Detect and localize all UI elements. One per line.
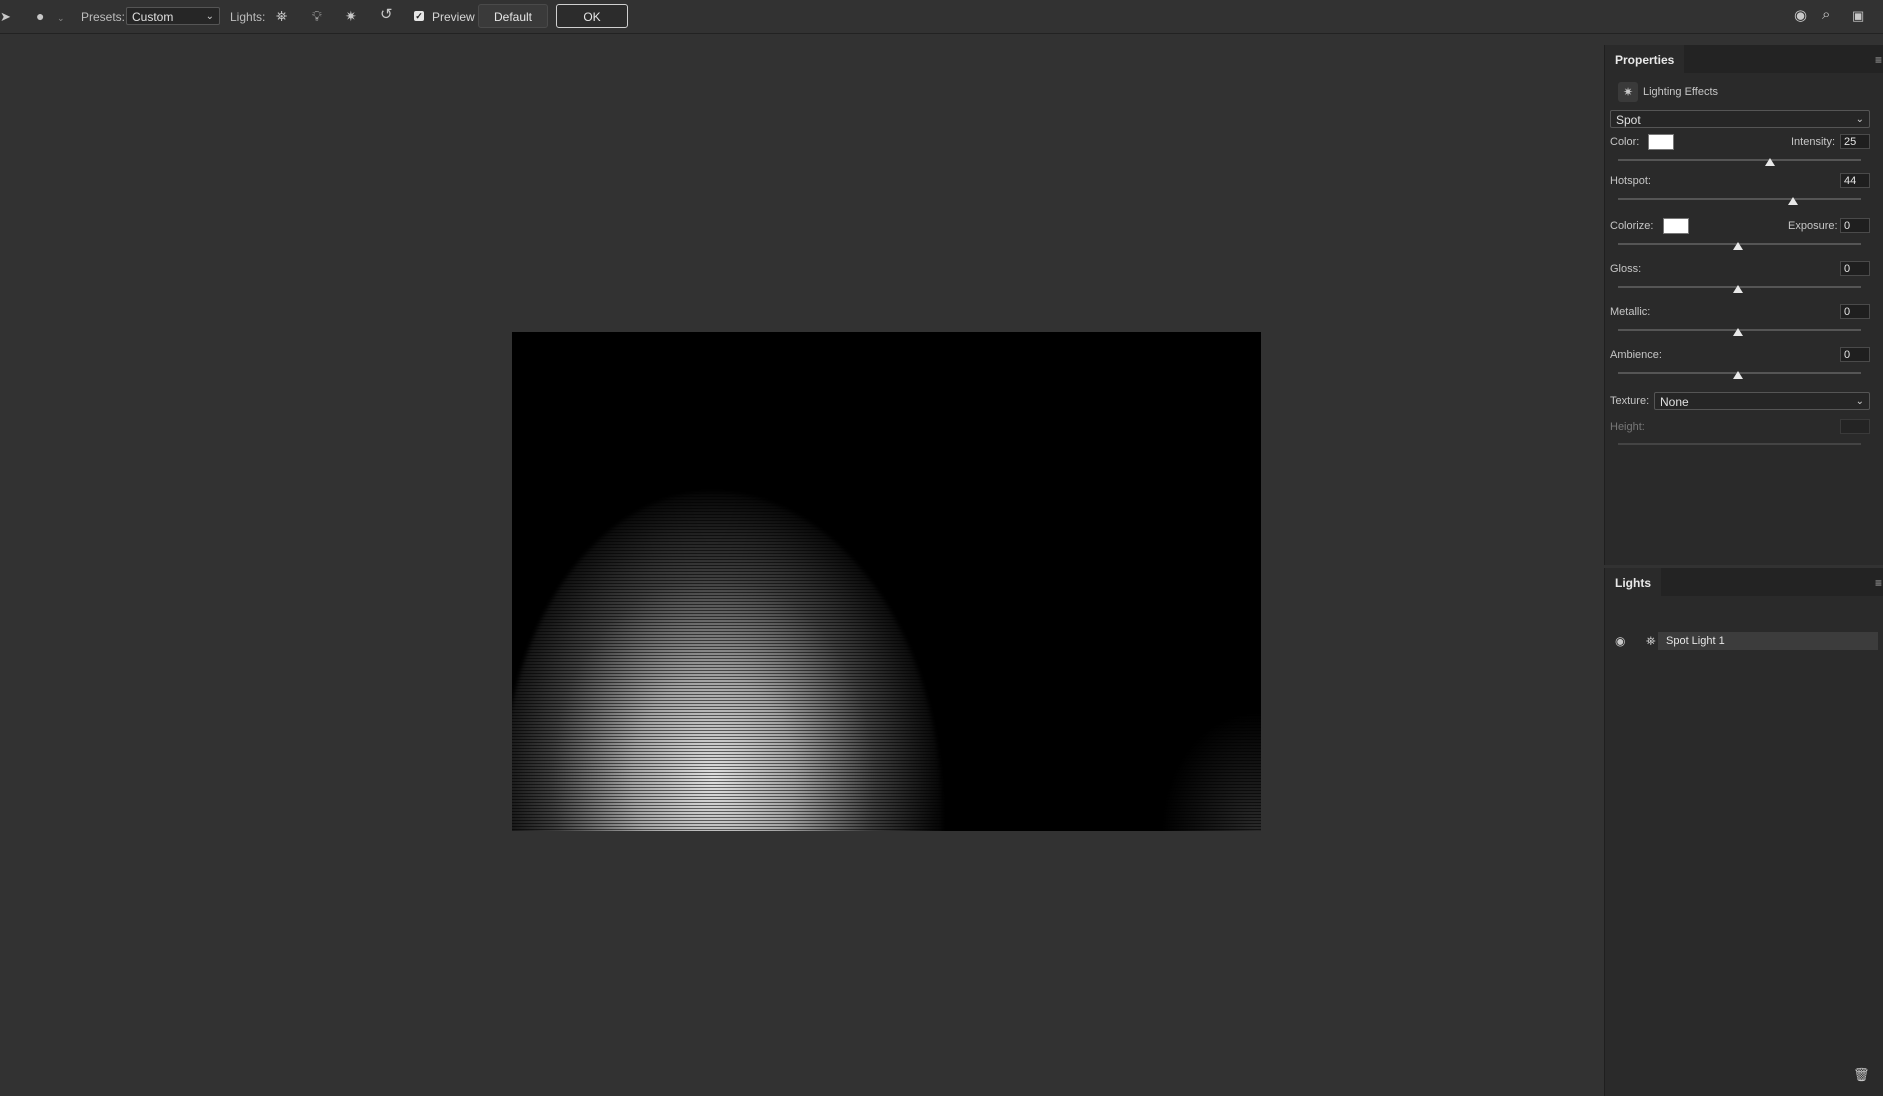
spot-light-icon: ⛯	[1646, 634, 1656, 648]
ambience-field[interactable]: 0	[1840, 347, 1870, 362]
hotspot-slider[interactable]	[1618, 198, 1861, 200]
search-icon[interactable]: ⌕	[1822, 7, 1830, 22]
reset-icon[interactable]: ↺	[380, 7, 393, 22]
lights-panel-header: Lights ≡	[1605, 568, 1883, 596]
texture-select[interactable]: None ⌄	[1654, 392, 1870, 410]
texture-value: None	[1660, 395, 1689, 409]
ambience-slider-thumb[interactable]	[1733, 371, 1743, 379]
properties-panel-header: Properties ≡	[1605, 45, 1883, 73]
light-type-value: Spot	[1616, 113, 1641, 127]
presets-value: Custom	[132, 10, 174, 24]
workspace-icon[interactable]: ▣	[1852, 9, 1864, 23]
metallic-field[interactable]: 0	[1840, 304, 1870, 319]
chevron-down-icon: ⌄	[1855, 396, 1864, 407]
intensity-label: Intensity:	[1791, 136, 1836, 148]
preview-checkbox[interactable]: ✓	[414, 11, 424, 21]
intensity-field[interactable]: 25	[1840, 134, 1870, 149]
hotspot-label: Hotspot:	[1610, 175, 1651, 187]
panel-menu-icon[interactable]: ≡	[1875, 53, 1882, 67]
metallic-slider-thumb[interactable]	[1733, 328, 1743, 336]
properties-header: Lighting Effects	[1643, 86, 1719, 98]
gloss-label: Gloss:	[1610, 263, 1642, 275]
height-field	[1840, 419, 1870, 434]
properties-tab[interactable]: Properties	[1605, 45, 1685, 73]
color-label: Color:	[1610, 136, 1640, 148]
scanline-overlay	[512, 332, 1261, 831]
lights-label: Lights:	[230, 9, 266, 24]
intensity-slider-thumb[interactable]	[1765, 158, 1775, 166]
exposure-slider-thumb[interactable]	[1733, 242, 1743, 250]
point-light-icon[interactable]: 💡︎	[312, 9, 322, 23]
light-bulb-icon[interactable]: ●	[36, 9, 44, 23]
trash-icon[interactable]: 🗑︎	[1853, 1068, 1870, 1082]
eye-icon[interactable]: ◉	[1615, 634, 1625, 648]
preview-label: Preview	[432, 9, 475, 24]
lights-tab[interactable]: Lights	[1605, 568, 1661, 596]
infinite-light-icon[interactable]: ✷	[345, 9, 357, 23]
color-swatch[interactable]	[1648, 134, 1674, 150]
lighting-effects-icon: ✷	[1618, 82, 1638, 102]
exposure-field[interactable]: 0	[1840, 218, 1870, 233]
gloss-field[interactable]: 0	[1840, 261, 1870, 276]
panel-menu-icon[interactable]: ≡	[1875, 576, 1882, 590]
chevron-down-icon[interactable]: ⌄	[57, 11, 65, 25]
presets-select[interactable]: Custom ⌄	[126, 7, 220, 25]
hotspot-field[interactable]: 44	[1840, 173, 1870, 188]
intensity-slider[interactable]	[1618, 159, 1861, 161]
user-icon[interactable]: ◉	[1794, 8, 1807, 23]
gloss-slider-thumb[interactable]	[1733, 285, 1743, 293]
height-slider	[1618, 443, 1861, 445]
metallic-label: Metallic:	[1610, 306, 1651, 318]
default-button[interactable]: Default	[478, 4, 548, 28]
spot-light-icon[interactable]: ⛯	[276, 9, 287, 23]
move-tool-icon[interactable]: ➤	[0, 10, 11, 24]
texture-label: Texture:	[1610, 395, 1650, 407]
colorize-swatch[interactable]	[1663, 218, 1689, 234]
height-label: Height:	[1610, 421, 1645, 433]
light-name[interactable]: Spot Light 1	[1658, 632, 1878, 650]
light-list-item[interactable]: ◉ ⛯ Spot Light 1	[1604, 632, 1883, 650]
ok-button[interactable]: OK	[556, 4, 628, 28]
presets-label: Presets:	[81, 9, 126, 24]
colorize-label: Colorize:	[1610, 220, 1654, 232]
chevron-down-icon: ⌄	[205, 11, 214, 22]
chevron-down-icon: ⌄	[1855, 114, 1864, 125]
image-canvas[interactable]	[512, 332, 1261, 831]
hotspot-slider-thumb[interactable]	[1788, 197, 1798, 205]
ambience-label: Ambience:	[1610, 349, 1662, 361]
light-type-select[interactable]: Spot ⌄	[1610, 110, 1870, 128]
options-bar: ➤ ● ⌄ Presets: Custom ⌄ Lights: ⛯ 💡︎ ✷ ↺…	[0, 0, 1883, 34]
exposure-label: Exposure:	[1788, 220, 1838, 232]
